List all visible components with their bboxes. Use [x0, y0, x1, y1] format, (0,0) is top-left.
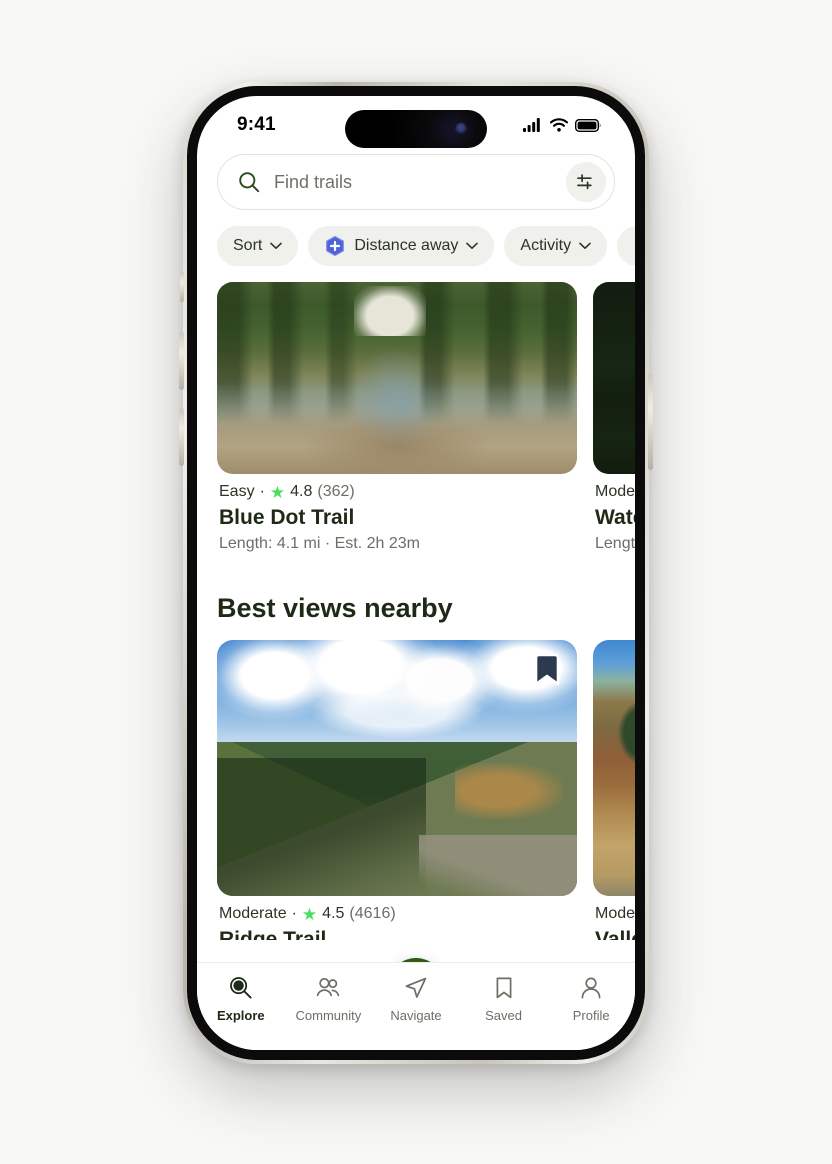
- tab-label: Community: [295, 1008, 362, 1023]
- search-filled-icon: [229, 977, 252, 999]
- volume-up-button[interactable]: [179, 332, 184, 390]
- tab-saved[interactable]: Saved: [460, 975, 548, 1023]
- power-button[interactable]: [648, 374, 653, 470]
- trail-meta: Moderate Waterfall Trail Length:: [593, 474, 635, 553]
- status-clock: 9:41: [237, 114, 276, 135]
- separator-dot: ·: [291, 905, 297, 922]
- tab-label: Profile: [572, 1008, 610, 1023]
- trail-image[interactable]: [593, 282, 635, 474]
- phone-frame: 9:41 Find trails Sort Distance away Acti…: [179, 82, 653, 1064]
- trail-card-blue-dot[interactable]: Easy · ★ 4.8 (362) Blue Dot Trail Length…: [217, 282, 577, 553]
- trail-meta: Easy · ★ 4.8 (362) Blue Dot Trail Length…: [217, 474, 577, 553]
- silent-switch[interactable]: [180, 272, 184, 302]
- trail-meta: Moderate · ★ 4.5 (4616) Ridge Trail: [217, 896, 577, 940]
- trail-meta: Moderate Valley Trail: [593, 896, 635, 940]
- trail-image[interactable]: [217, 640, 577, 896]
- trail-feed[interactable]: Easy · ★ 4.8 (362) Blue Dot Trail Length…: [197, 282, 635, 940]
- tab-navigate[interactable]: Navigate: [372, 975, 460, 1023]
- status-icons: [523, 118, 601, 132]
- wifi-icon: [550, 118, 568, 132]
- chip-sort[interactable]: Sort: [217, 226, 299, 266]
- sliders-icon: [577, 174, 592, 190]
- person-icon: [581, 977, 601, 999]
- filter-button[interactable]: [566, 162, 606, 202]
- save-bookmark-button[interactable]: [531, 652, 563, 688]
- volume-down-button[interactable]: [179, 408, 184, 466]
- tab-explore[interactable]: Explore: [197, 975, 285, 1023]
- page-root: 9:41 Find trails Sort Distance away Acti…: [0, 0, 832, 1164]
- trail-row-1: Easy · ★ 4.8 (362) Blue Dot Trail Length…: [197, 282, 635, 553]
- bottom-tab-bar: Explore Community Navigate Saved Profile: [197, 962, 635, 1050]
- bookmark-icon: [534, 653, 560, 686]
- separator-dot: ·: [259, 483, 265, 500]
- scree-field: [418, 834, 577, 896]
- trail-image[interactable]: [593, 640, 635, 896]
- tab-label: Saved: [485, 1008, 523, 1023]
- chip-label: Distance away: [354, 237, 459, 254]
- trail-rating: 4.8: [290, 483, 313, 500]
- section-title: Best views nearby: [217, 593, 453, 623]
- trail-title: Valley Trail: [595, 928, 635, 940]
- people-icon: [317, 978, 340, 997]
- trail-details: Length: 4.1 mi · Est. 2h 23m: [219, 535, 420, 552]
- trail-card-valley[interactable]: Moderate Valley Trail: [593, 640, 635, 940]
- clouds: [217, 640, 577, 758]
- trail-card-waterfall[interactable]: Moderate Waterfall Trail Length:: [593, 282, 635, 553]
- chip-label: Activity: [520, 237, 572, 254]
- chip-activity[interactable]: Activity: [504, 226, 608, 266]
- tan-slope: [454, 762, 563, 820]
- search-area: [197, 154, 635, 210]
- trail-difficulty: Moderate: [219, 905, 287, 922]
- creek-photo: [217, 282, 577, 474]
- mountain-ridge-photo: [217, 640, 577, 896]
- trail-title: Blue Dot Trail: [219, 506, 355, 529]
- trail-rating: 4.5: [322, 905, 345, 922]
- dynamic-island: [345, 110, 487, 148]
- trail-difficulty: Moderate: [595, 905, 635, 922]
- trail-difficulty: Moderate: [595, 483, 635, 500]
- trail-row-2: Moderate · ★ 4.5 (4616) Ridge Trail Mode…: [197, 640, 635, 940]
- cellular-signal-icon: [523, 118, 540, 132]
- trail-title: Ridge Trail: [219, 928, 327, 940]
- trail-details: Length:: [595, 535, 635, 552]
- blue-hexagon-plus-icon: [326, 235, 345, 257]
- slope-shadow: [217, 757, 426, 896]
- star-icon: ★: [301, 904, 318, 924]
- trail-image[interactable]: [217, 282, 577, 474]
- chip-label: Sort: [233, 237, 263, 254]
- tab-label: Navigate: [390, 1008, 442, 1023]
- filter-chips: Sort Distance away Activity: [197, 210, 635, 282]
- trail-title: Waterfall Trail: [595, 506, 635, 529]
- tab-community[interactable]: Community: [285, 975, 373, 1023]
- navigate-arrow-icon: [405, 977, 427, 998]
- front-camera-icon: [455, 122, 468, 136]
- search-input[interactable]: [274, 171, 552, 193]
- autumn-tundra-photo: [593, 640, 635, 896]
- chevron-down-icon: [579, 242, 591, 249]
- chevron-down-icon: [466, 242, 479, 249]
- dark-forest-photo: [593, 282, 635, 474]
- status-bar: 9:41: [197, 96, 635, 154]
- trail-difficulty: Easy: [219, 483, 255, 500]
- tab-label: Explore: [216, 1008, 265, 1023]
- chip-more[interactable]: [617, 226, 635, 266]
- search-bar[interactable]: [217, 154, 615, 210]
- tab-profile[interactable]: Profile: [547, 975, 635, 1023]
- search-icon: [239, 172, 260, 193]
- phone-screen: 9:41 Find trails Sort Distance away Acti…: [197, 96, 635, 1050]
- battery-icon: [575, 118, 601, 132]
- trail-review-count: (4616): [349, 905, 396, 922]
- star-icon: ★: [269, 482, 286, 502]
- trail-review-count: (362): [317, 483, 355, 500]
- bookmark-icon: [496, 977, 512, 999]
- chip-distance-away[interactable]: Distance away: [308, 226, 495, 266]
- trail-card-ridge[interactable]: Moderate · ★ 4.5 (4616) Ridge Trail: [217, 640, 577, 940]
- chevron-down-icon: [270, 242, 283, 249]
